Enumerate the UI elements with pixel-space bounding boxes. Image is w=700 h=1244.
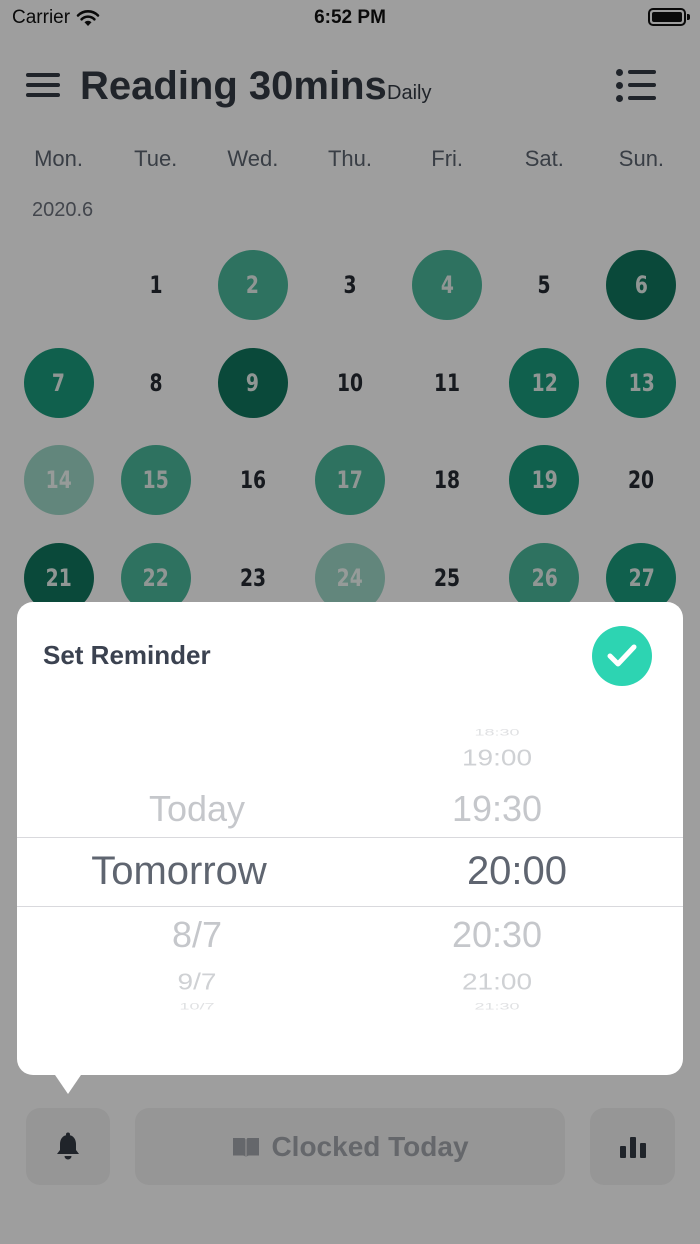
date-option-selected[interactable]: Tomorrow <box>59 849 299 894</box>
reminder-popup: Set Reminder Today Tomorrow 8/7 9/7 10/7… <box>17 602 683 1075</box>
date-option[interactable]: Today <box>77 788 317 830</box>
time-option-selected[interactable]: 20:00 <box>397 849 637 894</box>
confirm-button[interactable] <box>592 626 652 686</box>
popup-pointer <box>53 1072 83 1094</box>
date-option[interactable]: 9/7 <box>77 969 317 995</box>
picker-selection-bottom <box>17 906 683 907</box>
picker-selection-top <box>17 837 683 838</box>
time-option[interactable]: 21:30 <box>377 1001 617 1012</box>
time-option[interactable]: 18:30 <box>377 727 617 738</box>
date-option[interactable]: 8/7 <box>77 914 317 956</box>
date-option[interactable]: 10/7 <box>77 1001 317 1012</box>
time-option[interactable]: 19:00 <box>377 745 617 771</box>
time-option[interactable]: 20:30 <box>377 914 617 956</box>
time-option[interactable]: 21:00 <box>377 969 617 995</box>
check-icon <box>607 644 637 667</box>
time-option[interactable]: 19:30 <box>377 788 617 830</box>
popup-title: Set Reminder <box>43 640 211 670</box>
